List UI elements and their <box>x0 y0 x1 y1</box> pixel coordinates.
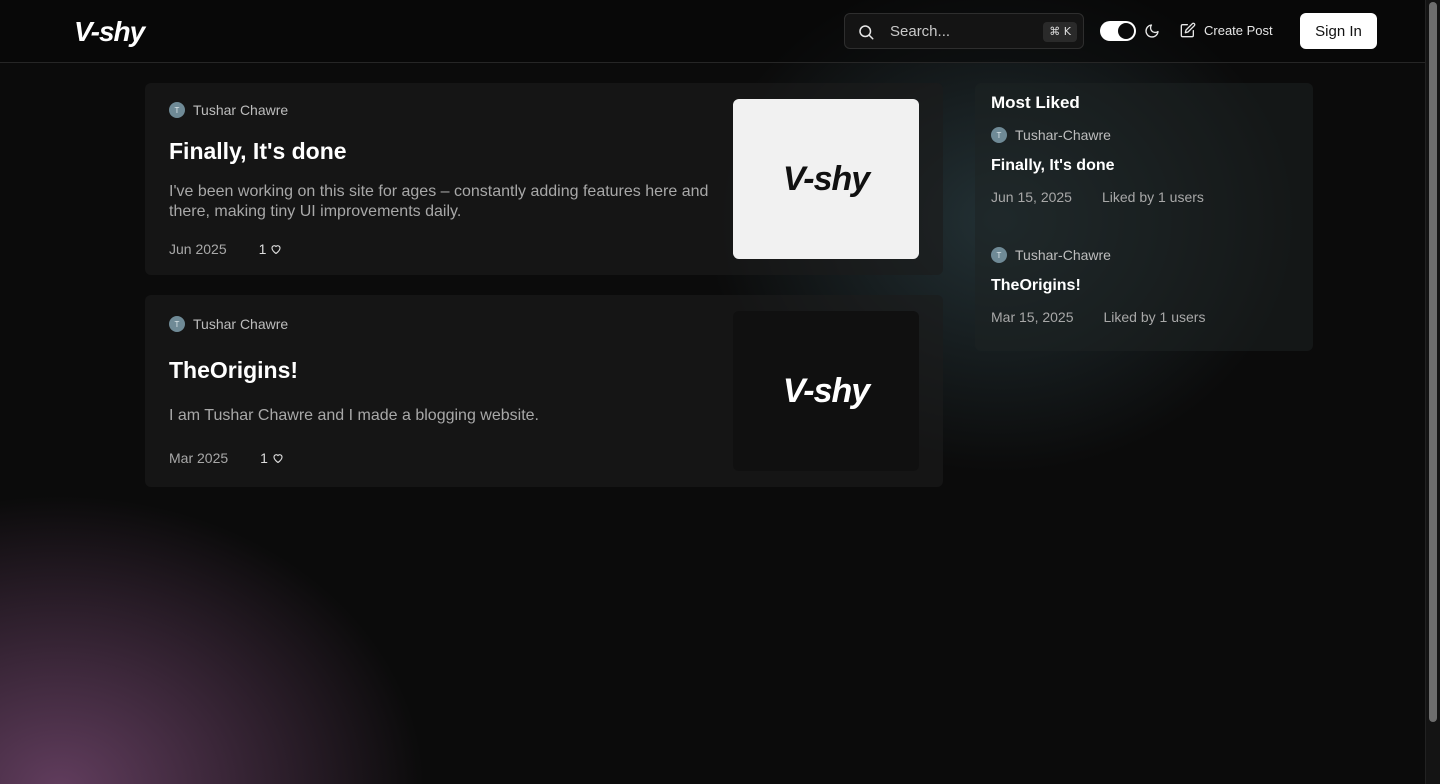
create-post-label: Create Post <box>1204 22 1273 38</box>
avatar: T <box>991 247 1007 263</box>
post-meta: Jun 2025 1 <box>169 241 282 257</box>
most-liked-title: Most Liked <box>991 93 1080 112</box>
site-header: V-shy Search... ⌘ K Create Post Sign In <box>0 0 1425 63</box>
most-liked-author-name: Tushar-Chawre <box>1015 127 1111 143</box>
post-author-name: Tushar Chawre <box>193 316 289 332</box>
post-thumbnail[interactable]: V-shy <box>733 99 919 259</box>
search-icon <box>859 25 874 40</box>
post-title[interactable]: Finally, It's done <box>169 138 347 165</box>
post-like-count: 1 <box>258 241 267 257</box>
most-liked-post-title[interactable]: Finally, It's done <box>991 157 1291 175</box>
most-liked-post-title[interactable]: TheOrigins! <box>991 277 1291 295</box>
avatar: T <box>169 316 185 332</box>
post-like-count: 1 <box>260 450 268 466</box>
post-date: Jun 2025 <box>169 241 227 257</box>
most-liked-meta: Mar 15, 2025 Liked by 1 users <box>991 309 1291 325</box>
theme-toggle-knob <box>1118 23 1134 39</box>
most-liked-meta: Jun 15, 2025 Liked by 1 users <box>991 189 1291 205</box>
post-author: T Tushar Chawre <box>169 102 288 118</box>
scrollbar-thumb[interactable] <box>1429 2 1437 722</box>
search-box[interactable]: Search... ⌘ K <box>844 13 1084 49</box>
most-liked-item[interactable]: T Tushar-Chawre Finally, It's done Jun 1… <box>991 127 1291 205</box>
post-title[interactable]: TheOrigins! <box>169 357 298 384</box>
sign-in-button[interactable]: Sign In <box>1300 13 1377 49</box>
most-liked-likes: Liked by 1 users <box>1103 309 1206 325</box>
post-meta: Mar 2025 1 <box>169 450 284 466</box>
post-author: T Tushar Chawre <box>169 316 288 332</box>
post-author-name: Tushar Chawre <box>193 102 289 118</box>
avatar: T <box>169 102 185 118</box>
most-liked-date: Jun 15, 2025 <box>991 189 1072 205</box>
post-excerpt: I am Tushar Chawre and I made a blogging… <box>169 407 539 424</box>
search-shortcut-badge: ⌘ K <box>1043 22 1077 42</box>
post-thumbnail[interactable]: V-shy <box>733 311 919 471</box>
search-placeholder: Search... <box>890 23 951 40</box>
edit-icon <box>1180 22 1196 38</box>
most-liked-author: T Tushar-Chawre <box>991 127 1291 143</box>
most-liked-author: T Tushar-Chawre <box>991 247 1291 263</box>
page-scrollbar[interactable] <box>1425 0 1440 784</box>
post-excerpt: I've been working on this site for ages … <box>169 183 709 220</box>
post-card[interactable]: T Tushar Chawre Finally, It's done I've … <box>145 83 943 275</box>
most-liked-date: Mar 15, 2025 <box>991 309 1074 325</box>
moon-icon <box>1145 24 1159 38</box>
theme-toggle[interactable] <box>1100 21 1136 41</box>
heart-icon <box>273 454 283 464</box>
site-logo[interactable]: V-shy <box>74 16 145 48</box>
avatar: T <box>991 127 1007 143</box>
create-post-button[interactable]: Create Post <box>1180 22 1273 38</box>
most-liked-item[interactable]: T Tushar-Chawre TheOrigins! Mar 15, 2025… <box>991 247 1291 325</box>
most-liked-panel: Most Liked T Tushar-Chawre Finally, It's… <box>975 83 1313 351</box>
heart-icon <box>271 245 281 255</box>
post-date: Mar 2025 <box>169 450 229 466</box>
post-likes[interactable]: 1 <box>259 241 283 257</box>
post-likes[interactable]: 1 <box>260 450 284 466</box>
post-card[interactable]: T Tushar Chawre TheOrigins! I am Tushar … <box>145 295 943 487</box>
most-liked-likes: Liked by 1 users <box>1101 189 1204 205</box>
most-liked-author-name: Tushar-Chawre <box>1015 247 1111 263</box>
